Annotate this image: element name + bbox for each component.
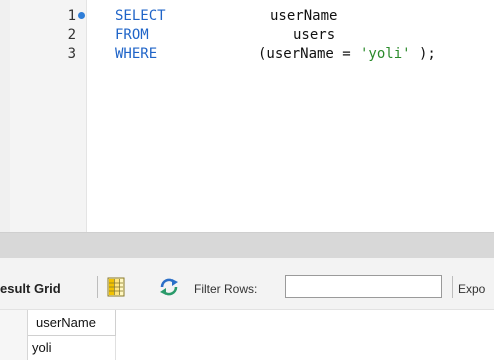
identifier-token: );	[419, 46, 436, 62]
code-area[interactable]: SELECT userName FROM users WHERE (userNa…	[87, 0, 494, 232]
result-grid: userName yoli	[0, 310, 494, 360]
result-grid-icon[interactable]	[107, 277, 125, 297]
filter-rows-input[interactable]	[285, 275, 442, 298]
column-header[interactable]: userName	[28, 310, 116, 336]
grid-cell[interactable]: yoli	[28, 336, 116, 360]
line-number-gutter: 1 2 3	[10, 0, 86, 232]
line-number: 1	[67, 8, 76, 24]
line-number: 2	[67, 27, 76, 43]
sql-editor[interactable]: 1 2 3 SELECT userName FROM users WHERE (…	[0, 0, 494, 232]
export-label[interactable]: Expo	[458, 282, 485, 296]
keyword-token: SELECT	[115, 8, 166, 24]
keyword-token: FROM	[115, 27, 149, 43]
statement-marker-icon[interactable]	[78, 12, 85, 19]
panel-splitter[interactable]	[0, 232, 494, 258]
editor-left-margin	[0, 0, 10, 232]
result-grid-tab[interactable]: esult Grid	[0, 281, 61, 296]
row-header-column	[0, 310, 28, 360]
string-token: 'yoli'	[360, 46, 411, 62]
identifier-token: (userName =	[258, 46, 360, 62]
keyword-token: WHERE	[115, 46, 158, 62]
refresh-icon[interactable]	[158, 278, 180, 296]
line-number: 3	[67, 46, 76, 62]
identifier-token: userName	[270, 8, 338, 24]
result-toolbar: esult Grid Filter Rows: Expo	[0, 258, 494, 310]
toolbar-separator	[452, 276, 453, 298]
toolbar-separator	[97, 276, 98, 298]
filter-rows-label: Filter Rows:	[194, 282, 258, 296]
identifier-token: users	[293, 27, 336, 43]
